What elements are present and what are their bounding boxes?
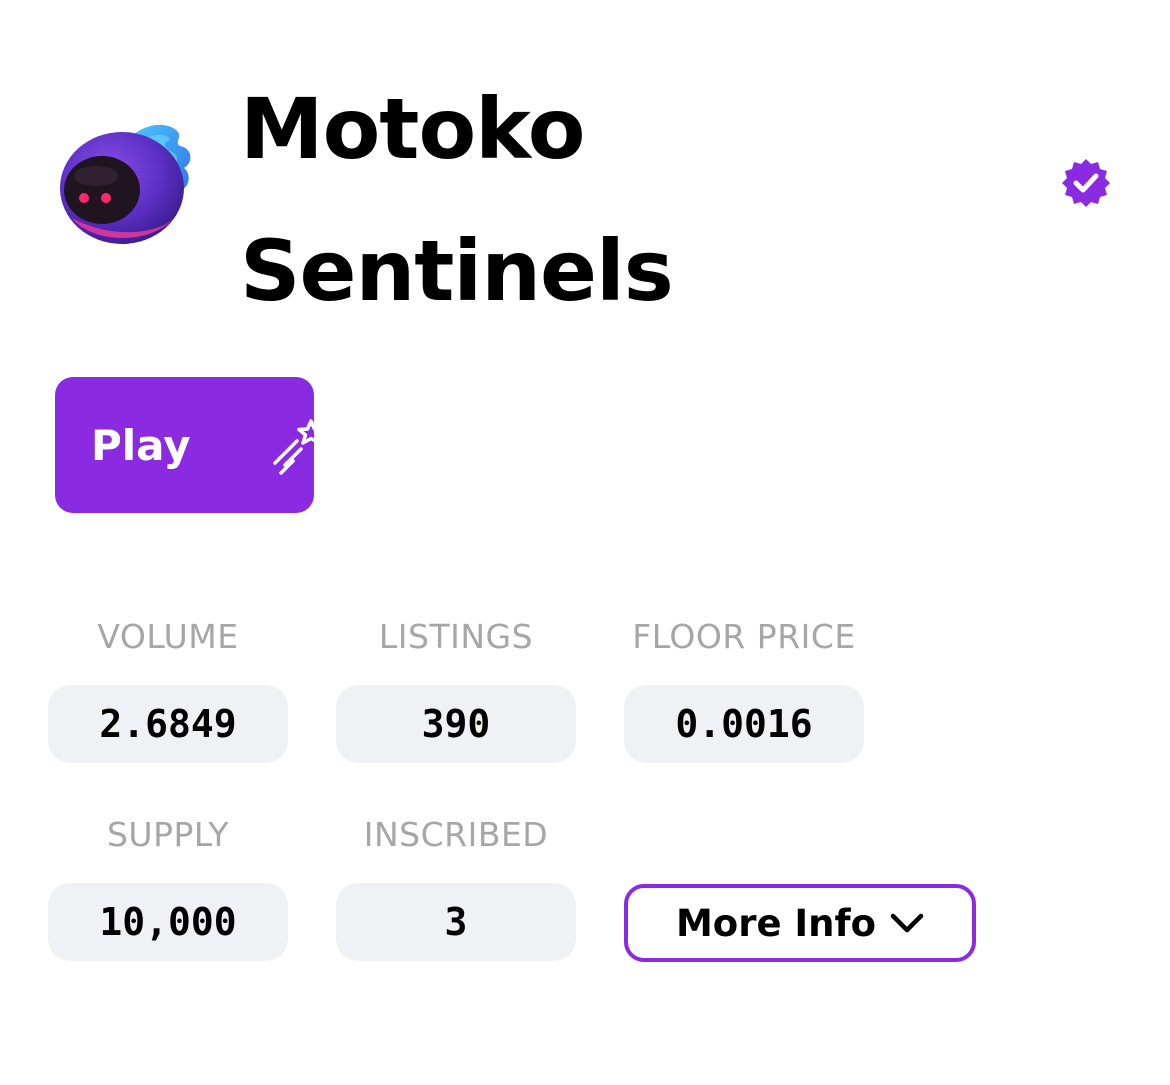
floor-price-label: FLOOR PRICE	[632, 617, 856, 656]
supply-label: SUPPLY	[106, 815, 230, 854]
verified-badge-icon	[1060, 157, 1112, 209]
more-info-button[interactable]: More Info	[624, 884, 976, 962]
volume-label: VOLUME	[97, 617, 239, 656]
chevron-down-icon	[890, 913, 924, 933]
play-button-label: Play	[91, 420, 191, 470]
listings-value: 390	[336, 685, 576, 763]
title-line-2: Sentinels	[240, 222, 674, 320]
play-button[interactable]: Play	[55, 377, 325, 513]
collection-avatar	[52, 118, 202, 248]
motoko-ghost-avatar-icon	[60, 124, 191, 244]
volume-value: 2.6849	[48, 685, 288, 763]
listings-label: LISTINGS	[378, 617, 534, 656]
supply-value: 10,000	[48, 883, 288, 961]
shooting-star-icon	[273, 419, 325, 475]
inscribed-value: 3	[336, 883, 576, 961]
more-info-label: More Info	[675, 901, 877, 945]
floor-price-value: 0.0016	[624, 685, 864, 763]
inscribed-label: INSCRIBED	[363, 815, 549, 854]
collection-title: Motoko Sentinels	[240, 58, 674, 342]
title-line-1: Motoko	[240, 80, 585, 178]
